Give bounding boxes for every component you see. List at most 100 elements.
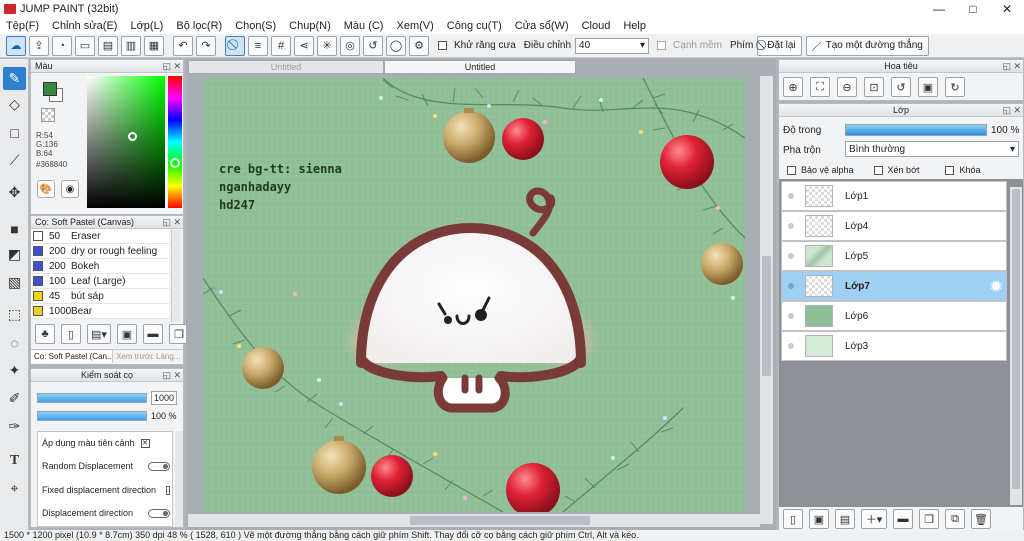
horizontal-scroll-thumb[interactable] xyxy=(410,516,590,525)
menu-file[interactable]: Tệp(F) xyxy=(6,20,39,32)
brush-size-input[interactable]: 1000 xyxy=(151,391,177,405)
smooth-edge-checkbox[interactable] xyxy=(657,41,667,50)
layer-row[interactable]: Lớp6 xyxy=(781,301,1007,331)
cloud-sync-icon[interactable]: ☁ xyxy=(6,35,26,56)
snap-grid-icon[interactable]: # xyxy=(271,35,291,56)
menu-select[interactable]: Chọn(S) xyxy=(235,20,276,32)
visibility-toggle-icon[interactable] xyxy=(788,283,794,289)
add-layer-menu-icon[interactable]: ＋▾ xyxy=(861,509,887,529)
saturation-value-picker[interactable] xyxy=(87,76,165,208)
brush-tree-icon[interactable]: ♣ xyxy=(35,324,55,344)
zoom-out-icon[interactable]: ⊖ xyxy=(837,77,857,97)
layer-scrollbar[interactable] xyxy=(1010,187,1022,505)
new-brush-icon[interactable]: ▯ xyxy=(61,324,81,344)
snap-circle-icon[interactable]: ◯ xyxy=(386,35,406,56)
zoom-reset-icon[interactable]: ⊡ xyxy=(864,77,884,97)
antialias-checkbox[interactable] xyxy=(438,41,447,50)
fit-screen-icon[interactable]: ⛶ xyxy=(810,77,830,97)
tab-blur[interactable]: Láng... xyxy=(153,350,183,363)
export-icon[interactable]: ⇪ xyxy=(29,35,49,56)
layer-row[interactable]: Lớp4 xyxy=(781,211,1007,241)
layer-opacity-slider[interactable] xyxy=(845,124,987,136)
fill-rect-tool-icon[interactable]: ■ xyxy=(3,217,26,240)
select-rect-tool-icon[interactable]: ⬚ xyxy=(3,303,26,326)
foreground-color-swatch[interactable] xyxy=(43,82,57,96)
brush-item[interactable]: 200 dry or rough feeling xyxy=(31,244,169,259)
fixed-displacement-option[interactable]: Fixed displacement direction xyxy=(42,485,170,495)
menu-filter[interactable]: Bộ lọc(R) xyxy=(176,20,222,32)
gear-icon[interactable]: ✹ xyxy=(990,278,1002,295)
layer-folder-icon[interactable]: ▬ xyxy=(893,509,913,529)
lasso-tool-icon[interactable]: ◌ xyxy=(3,331,26,354)
hue-slider[interactable] xyxy=(168,76,182,208)
menu-layer[interactable]: Lớp(L) xyxy=(130,20,163,32)
visibility-toggle-icon[interactable] xyxy=(788,193,794,199)
color-settings-icon[interactable]: ◉ xyxy=(61,180,79,198)
close-window-button[interactable]: ✕ xyxy=(990,0,1024,18)
reset-button[interactable]: ⃠Đặt lại xyxy=(757,35,802,56)
gradient-tool-icon[interactable]: ▧ xyxy=(3,271,26,294)
displacement-direction-option[interactable]: Displacement direction xyxy=(42,508,170,518)
layer-scroll-thumb[interactable] xyxy=(1012,189,1020,489)
maximize-button[interactable]: □ xyxy=(956,0,990,18)
visibility-toggle-icon[interactable] xyxy=(788,343,794,349)
straight-line-button[interactable]: ／ Tạo một đường thẳng xyxy=(805,35,929,56)
apply-color-option[interactable]: Áp dụng màu tiên cảnh ✕ xyxy=(42,438,153,448)
horizontal-scrollbar[interactable] xyxy=(188,514,760,527)
brush-opacity-slider[interactable] xyxy=(37,411,147,421)
eraser-tool-icon[interactable]: ◇ xyxy=(3,93,26,116)
layer-row-selected[interactable]: Lớp7 ✹ xyxy=(781,271,1007,301)
magic-wand-tool-icon[interactable]: ✦ xyxy=(3,359,26,382)
random-displacement-toggle[interactable] xyxy=(148,461,170,471)
tab-brush[interactable]: Cọ: Soft Pastel (Can... xyxy=(31,350,113,363)
message-icon[interactable]: ▭ xyxy=(75,35,95,56)
pen-tool-icon[interactable]: ✎ xyxy=(3,67,26,90)
snap-settings-icon[interactable]: ⚙ xyxy=(409,35,429,56)
document-tab-inactive[interactable]: Untitled xyxy=(188,60,384,74)
new-halftone-layer-icon[interactable]: ▤ xyxy=(835,509,855,529)
brush-item[interactable]: 1000 Bear xyxy=(31,304,169,319)
brush-item[interactable]: 50 Eraser xyxy=(31,229,169,244)
options-scrollbar[interactable] xyxy=(175,431,183,527)
snap-off-icon[interactable]: ⃠ xyxy=(225,35,245,56)
menu-window[interactable]: Cửa sổ(W) xyxy=(515,20,569,32)
blend-mode-dropdown[interactable]: Bình thường ▾ xyxy=(845,141,1019,157)
menu-color[interactable]: Màu (C) xyxy=(344,20,384,32)
line-tool-icon[interactable]: ⟋ xyxy=(3,149,26,172)
brush-item[interactable]: 45 bút sáp xyxy=(31,289,169,304)
panel-buttons-icon[interactable]: ◱ ✕ xyxy=(162,61,181,72)
zoom-in-icon[interactable]: ⊕ xyxy=(783,77,803,97)
document-icon[interactable]: ▤ xyxy=(98,35,118,56)
text-tool-icon[interactable]: T xyxy=(3,449,26,472)
vertical-scroll-thumb[interactable] xyxy=(762,256,771,376)
layer-row[interactable]: Lớp3 xyxy=(781,331,1007,361)
rectangle-tool-icon[interactable]: □ xyxy=(3,121,26,144)
document-tab-active[interactable]: Untitled xyxy=(384,60,576,74)
minimize-button[interactable]: — xyxy=(922,0,956,18)
flip-icon[interactable]: ▣ xyxy=(918,77,938,97)
merge-layer-icon[interactable]: ⧉ xyxy=(945,509,965,529)
brush-menu-icon[interactable]: ▤▾ xyxy=(87,324,111,344)
adjust-dropdown[interactable]: 40 ▾ xyxy=(575,37,650,54)
new-raster-layer-icon[interactable]: ▣ xyxy=(809,509,829,529)
select-pen-tool-icon[interactable]: ✐ xyxy=(3,387,26,410)
undo-icon[interactable]: ↶ xyxy=(173,35,193,56)
fixed-displacement-toggle[interactable] xyxy=(166,485,170,495)
delete-layer-icon[interactable]: 🗑 xyxy=(971,509,991,529)
tab-preview[interactable]: Xem trước... xyxy=(113,350,153,363)
menu-edit[interactable]: Chỉnh sửa(E) xyxy=(52,20,117,32)
eyedropper-tool-icon[interactable]: ⌖ xyxy=(3,477,26,500)
grid-settings-icon[interactable]: ▦ xyxy=(144,35,164,56)
menu-help[interactable]: Help xyxy=(623,20,646,32)
panel-buttons-icon[interactable]: ◱ ✕ xyxy=(162,370,181,381)
apply-color-checkbox[interactable]: ✕ xyxy=(140,438,150,448)
page-icon[interactable]: ▥ xyxy=(121,35,141,56)
panel-buttons-icon[interactable]: ◱ ✕ xyxy=(1002,105,1021,116)
snap-radial-icon[interactable]: ✳ xyxy=(317,35,337,56)
snap-concentric-icon[interactable]: ◎ xyxy=(340,35,360,56)
snap-parallel-icon[interactable]: ≡ xyxy=(248,35,268,56)
protect-alpha-checkbox[interactable] xyxy=(787,165,796,175)
menu-cloud[interactable]: Cloud xyxy=(582,20,611,32)
visibility-toggle-icon[interactable] xyxy=(788,313,794,319)
artwork-canvas[interactable]: cre bg-tt: sienna nganhadayy hd247 xyxy=(203,78,745,512)
